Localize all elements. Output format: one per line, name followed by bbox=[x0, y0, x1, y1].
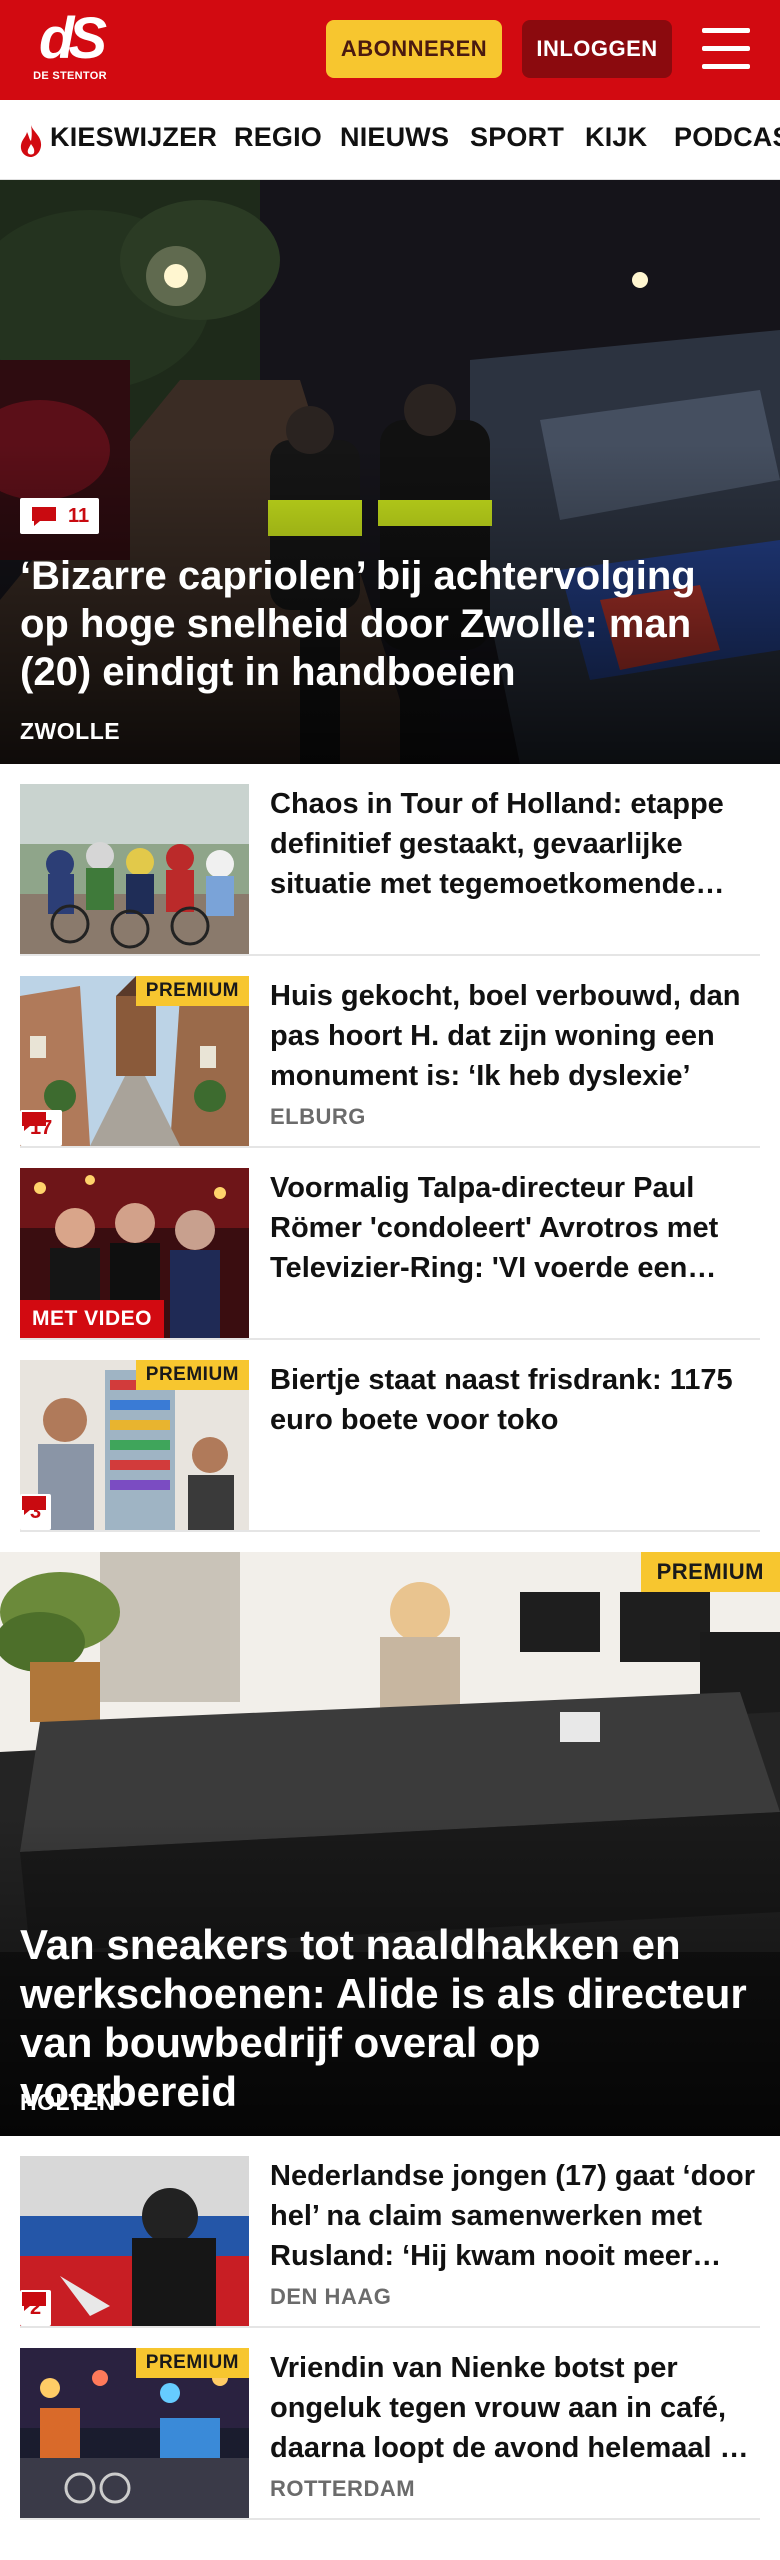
article-title[interactable]: Chaos in Tour of Holland: etappe definit… bbox=[270, 784, 760, 904]
comment-icon bbox=[22, 1496, 46, 1515]
article-location-tag: ROTTERDAM bbox=[270, 2476, 416, 2501]
comment-count-badge[interactable]: 2 bbox=[20, 2290, 52, 2326]
article-title[interactable]: Vriendin van Nienke botst per ongeluk te… bbox=[270, 2348, 760, 2468]
site-logo[interactable]: dS DE STENTOR bbox=[22, 10, 118, 90]
article-item[interactable]: Chaos in Tour of Holland: etappe definit… bbox=[20, 784, 760, 956]
video-badge: MET VIDEO bbox=[20, 1300, 165, 1338]
article-item[interactable]: PREMIUM Vriendin van Nienke botst per on… bbox=[20, 2348, 760, 2520]
article-thumbnail bbox=[20, 784, 249, 954]
site-header: dS DE STENTOR ABONNEREN INLOGGEN bbox=[0, 0, 780, 100]
comment-count-badge[interactable]: 11 bbox=[20, 498, 100, 534]
feature-location-tag: HOLTEN bbox=[20, 2089, 116, 2115]
article-item[interactable]: PREMIUM 3 Biertje staat naast frisdrank:… bbox=[20, 1360, 760, 1532]
login-button[interactable]: INLOGGEN bbox=[522, 20, 672, 78]
nav-item-regio[interactable]: REGIO bbox=[234, 122, 322, 153]
comment-icon bbox=[32, 507, 56, 526]
article-thumbnail: PREMIUM 17 bbox=[20, 976, 249, 1146]
article-thumbnail: 2 bbox=[20, 2156, 249, 2326]
article-title[interactable]: Voormalig Talpa-directeur Paul Römer 'co… bbox=[270, 1168, 760, 1288]
comment-count-badge[interactable]: 3 bbox=[20, 1494, 52, 1530]
article-item[interactable]: 2 Nederlandse jongen (17) gaat ‘door hel… bbox=[20, 2156, 760, 2328]
nav-item-podcasts[interactable]: PODCASTS bbox=[674, 122, 780, 153]
feature-title[interactable]: Van sneakers tot naaldhakken en werkscho… bbox=[20, 1920, 760, 2116]
premium-badge: PREMIUM bbox=[135, 976, 249, 1006]
nav-item-kieswijzer[interactable]: KIESWIJZER bbox=[50, 122, 217, 153]
comment-count-badge[interactable]: 17 bbox=[20, 1110, 63, 1146]
article-item[interactable]: PREMIUM 17 Huis gekocht, boel verbouwd, … bbox=[20, 976, 760, 1148]
article-location-tag: DEN HAAG bbox=[270, 2284, 392, 2309]
article-title[interactable]: Huis gekocht, boel verbouwd, dan pas hoo… bbox=[270, 976, 760, 1096]
article-thumbnail: PREMIUM 3 bbox=[20, 1360, 249, 1530]
premium-badge: PREMIUM bbox=[640, 1552, 780, 1592]
logo-mark: dS bbox=[38, 6, 107, 71]
comment-icon bbox=[22, 2292, 46, 2311]
nav-item-kijk[interactable]: KIJK bbox=[585, 122, 647, 153]
comment-count: 11 bbox=[68, 504, 90, 527]
hero-location-tag: ZWOLLE bbox=[20, 718, 121, 744]
subscribe-button[interactable]: ABONNEREN bbox=[326, 20, 502, 78]
flame-icon bbox=[20, 125, 42, 157]
article-item[interactable]: MET VIDEO Voormalig Talpa-directeur Paul… bbox=[20, 1168, 760, 1340]
comment-icon bbox=[22, 1112, 46, 1131]
premium-badge: PREMIUM bbox=[135, 2348, 249, 2378]
logo-subtitle: DE STENTOR bbox=[33, 70, 107, 82]
hamburger-icon[interactable] bbox=[700, 26, 752, 72]
feature-article[interactable]: PREMIUM Van sneakers tot naaldhakken en … bbox=[0, 1552, 780, 2136]
nav-item-sport[interactable]: SPORT bbox=[470, 122, 564, 153]
article-title[interactable]: Biertje staat naast frisdrank: 1175 euro… bbox=[270, 1360, 760, 1440]
premium-badge: PREMIUM bbox=[135, 1360, 249, 1390]
article-title[interactable]: Nederlandse jongen (17) gaat ‘door hel’ … bbox=[270, 2156, 760, 2276]
article-thumbnail: MET VIDEO bbox=[20, 1168, 249, 1338]
nav-item-nieuws[interactable]: NIEUWS bbox=[340, 122, 449, 153]
hero-title[interactable]: ‘Bizarre capriolen’ bij achtervolging op… bbox=[20, 552, 740, 696]
article-location-tag: ELBURG bbox=[270, 1104, 366, 1129]
hero-article[interactable]: 11 ‘Bizarre capriolen’ bij achtervolging… bbox=[0, 180, 780, 764]
main-nav: KIESWIJZER REGIO NIEUWS SPORT KIJK PODCA… bbox=[0, 100, 780, 180]
article-thumbnail: PREMIUM bbox=[20, 2348, 249, 2518]
